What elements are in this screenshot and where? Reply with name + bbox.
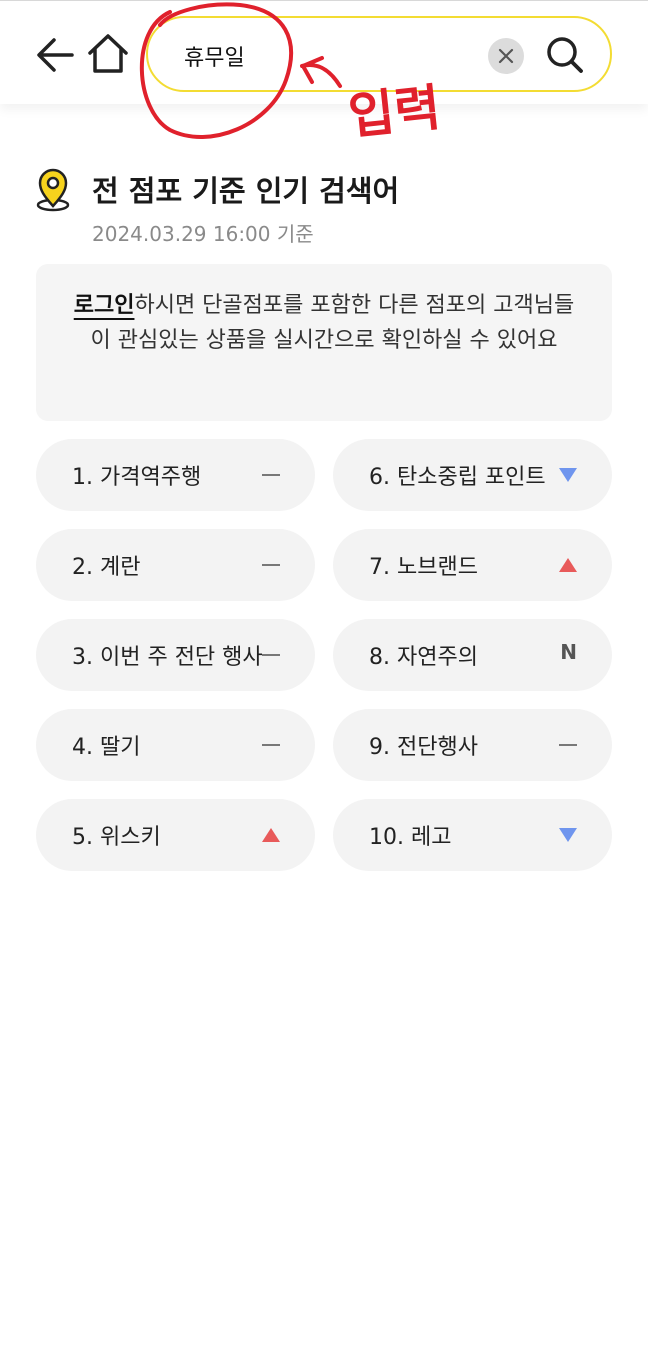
no-change-icon [262, 474, 280, 476]
rank-up-icon [559, 558, 577, 572]
rank-down-icon [559, 468, 577, 482]
search-icon [547, 37, 583, 73]
ranking-label: 4. 딸기 [72, 735, 141, 760]
ranking-label: 7. 노브랜드 [369, 555, 478, 580]
home-icon [88, 34, 128, 73]
login-notice: 로그인하시면 단골점포를 포함한 다른 점포의 고객님들이 관심있는 상품을 실… [36, 264, 612, 421]
ranking-item[interactable]: 10. 레고 [333, 799, 612, 871]
new-badge: N [560, 640, 577, 664]
ranking-label: 1. 가격역주행 [72, 465, 202, 490]
login-link[interactable]: 로그인 [74, 293, 135, 318]
no-change-icon [262, 564, 280, 566]
rank-down-icon [559, 828, 577, 842]
ranking-item[interactable]: 3. 이번 주 전단 행사 [36, 619, 315, 691]
ranking-item[interactable]: 4. 딸기 [36, 709, 315, 781]
ranking-item[interactable]: 8. 자연주의 N [333, 619, 612, 691]
section-title: 전 점포 기준 인기 검색어 [92, 174, 400, 208]
notice-message: 하시면 단골점포를 포함한 다른 점포의 고객님들이 관심있는 상품을 실시간으… [90, 293, 575, 353]
ranking-label: 5. 위스키 [72, 825, 161, 850]
home-button[interactable] [86, 31, 130, 75]
popular-searches-header: 전 점포 기준 인기 검색어 2024.03.29 16:00 기준 [34, 168, 614, 248]
ranking-item[interactable]: 1. 가격역주행 [36, 439, 315, 511]
ranking-label: 10. 레고 [369, 825, 452, 850]
ranking-item[interactable]: 7. 노브랜드 [333, 529, 612, 601]
no-change-icon [262, 744, 280, 746]
no-change-icon [559, 744, 577, 746]
ranking-label: 8. 자연주의 [369, 645, 478, 670]
search-bar[interactable]: 휴무일 [146, 16, 612, 92]
rank-up-icon [262, 828, 280, 842]
location-pin-icon [36, 168, 70, 212]
arrow-left-icon [37, 38, 74, 72]
ranking-item[interactable]: 2. 계란 [36, 529, 315, 601]
clear-search-button[interactable] [488, 38, 524, 74]
no-change-icon [262, 654, 280, 656]
ranking-label: 9. 전단행사 [369, 735, 478, 760]
search-input[interactable]: 휴무일 [184, 40, 245, 72]
section-timestamp: 2024.03.29 16:00 기준 [92, 222, 314, 246]
ranking-item[interactable]: 5. 위스키 [36, 799, 315, 871]
ranking-label: 3. 이번 주 전단 행사 [72, 645, 263, 670]
close-icon [498, 48, 514, 64]
back-button[interactable] [34, 35, 76, 75]
ranking-item[interactable]: 6. 탄소중립 포인트 [333, 439, 612, 511]
top-bar: 휴무일 [0, 0, 648, 104]
ranking-item[interactable]: 9. 전단행사 [333, 709, 612, 781]
ranking-label: 2. 계란 [72, 555, 141, 580]
search-button[interactable] [544, 34, 586, 76]
ranking-label: 6. 탄소중립 포인트 [369, 465, 546, 490]
